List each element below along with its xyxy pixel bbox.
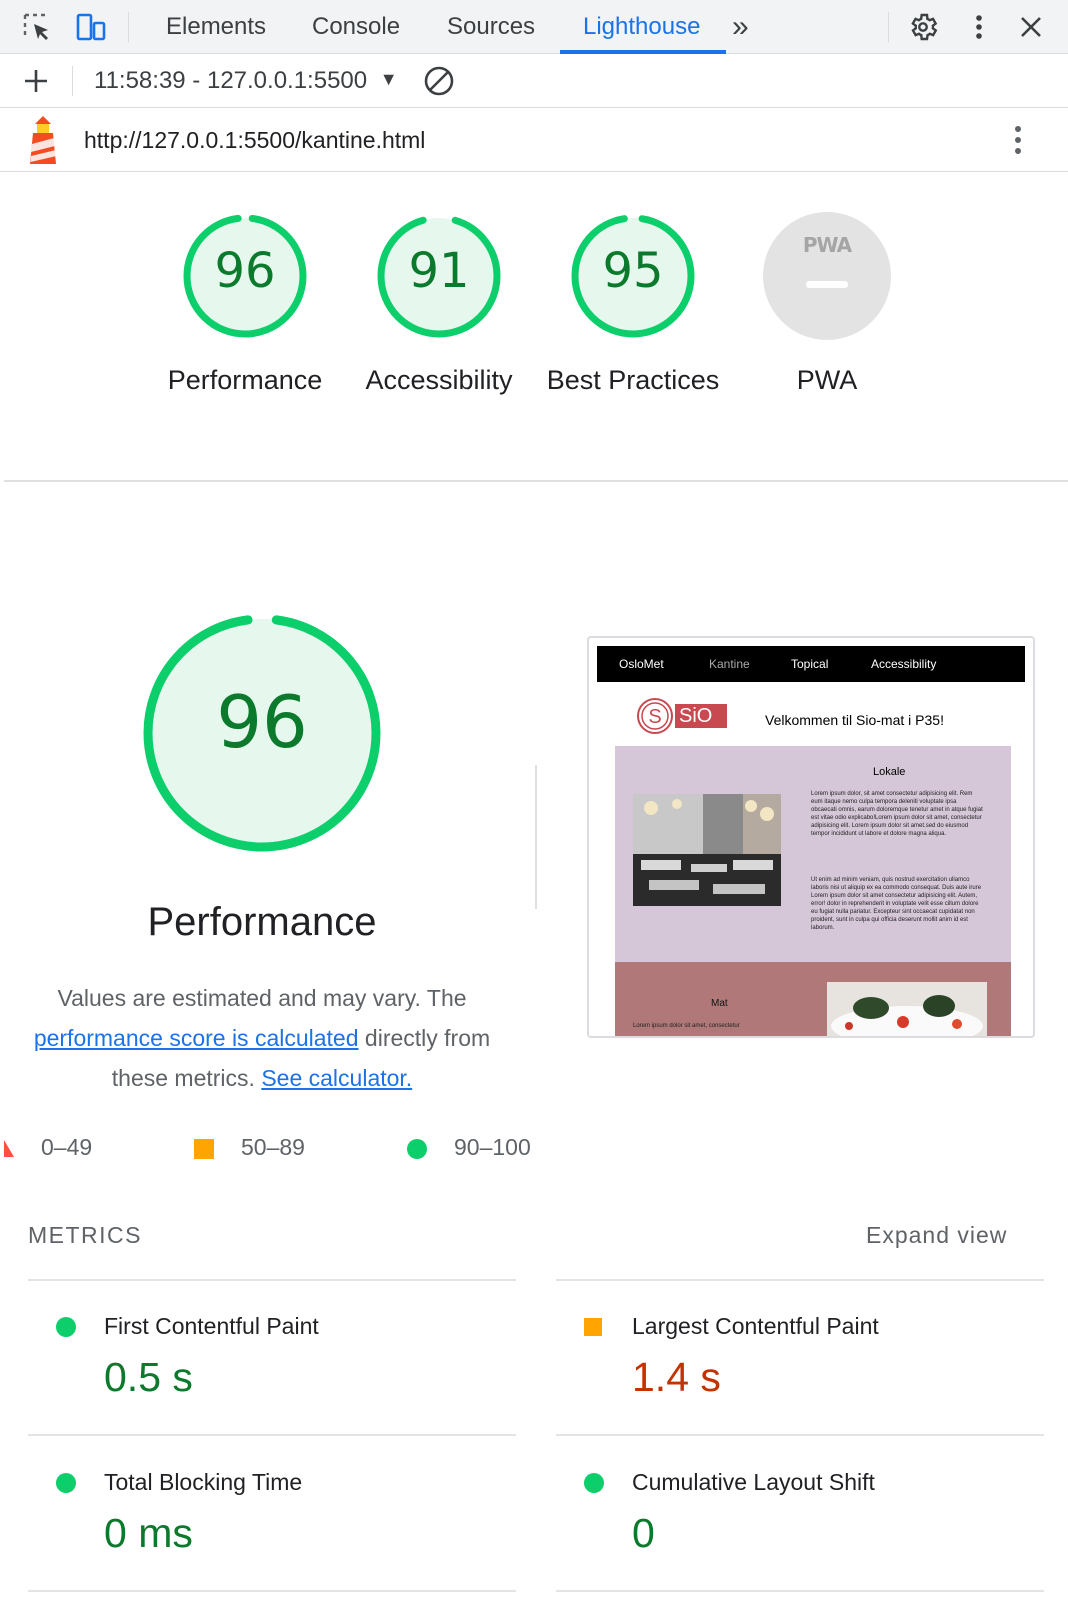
metrics-divider	[28, 1434, 516, 1436]
sio-logo-text: SiO	[679, 705, 713, 727]
accessibility-label: Accessibility	[365, 365, 513, 395]
lighthouse-logo-icon	[26, 114, 60, 166]
metrics-divider	[28, 1279, 516, 1281]
thumb-mat-section: Mat Lorem ipsum dolor sit amet, consecte…	[615, 962, 1011, 1036]
section-divider	[4, 480, 1068, 482]
settings-gear-icon[interactable]	[906, 10, 940, 44]
metric-value: 0.5 s	[104, 1354, 193, 1400]
thumb-nav-item: Topical	[791, 657, 829, 671]
average-square-icon	[584, 1318, 602, 1336]
best-practices-label: Best Practices	[546, 365, 720, 395]
thumb-mat-title: Mat	[711, 998, 728, 1009]
food-photo	[827, 982, 987, 1036]
thumb-lokale-text-1: Lorem ipsum dolor, sit amet consectetur …	[811, 791, 983, 837]
metric-value: 0	[632, 1510, 655, 1556]
metrics-heading: METRICS	[28, 1222, 142, 1248]
more-options-icon[interactable]	[962, 10, 996, 44]
legend-average-range: 50–89	[241, 1134, 305, 1160]
metric-label: Total Blocking Time	[104, 1469, 303, 1495]
metric-value: 1.4 s	[632, 1354, 721, 1400]
metrics-divider	[28, 1590, 516, 1592]
thumb-lokale-section: Lokale Lorem ipsum dolor, sit amet conse…	[615, 746, 1011, 962]
restaurant-photo	[633, 794, 781, 906]
pwa-badge-icon	[763, 212, 891, 340]
pass-circle-icon	[56, 1473, 76, 1493]
new-report-plus-icon[interactable]	[19, 64, 53, 98]
device-toolbar-icon[interactable]	[74, 10, 108, 44]
thumb-nav-bar: OsloMet Kantine Topical Accessibility	[597, 646, 1025, 682]
see-calculator-link[interactable]: See calculator.	[261, 1065, 412, 1091]
metrics-divider	[556, 1434, 1044, 1436]
report-selector[interactable]: 11:58:39 - 127.0.0.1:5500 ▼	[94, 54, 398, 108]
svg-text:S: S	[648, 706, 661, 728]
dropdown-triangle-icon: ▼	[379, 69, 398, 89]
metrics-divider	[556, 1590, 1044, 1592]
sio-logo: S SiO	[637, 696, 731, 736]
performance-large-score: 96	[216, 680, 308, 764]
thumb-lokale-title: Lokale	[873, 766, 906, 778]
desc-prefix: Values are estimated and may vary. The	[57, 985, 467, 1011]
performance-label: Performance	[167, 365, 323, 395]
thumb-nav-item: OsloMet	[619, 657, 664, 671]
report-menu-icon[interactable]	[1001, 123, 1035, 157]
best-practices-score-gauge[interactable]: 95	[568, 211, 698, 341]
fail-triangle-icon	[4, 1140, 16, 1163]
thumb-welcome-heading: Velkommen til Sio-mat i P35!	[765, 712, 944, 728]
pass-circle-icon	[407, 1139, 427, 1159]
vertical-divider	[535, 765, 537, 909]
thumb-lokale-text-2: Ut enim ad minim veniam, quis nostrud ex…	[811, 877, 982, 931]
legend-fail-range: 0–49	[41, 1134, 93, 1160]
metric-label: First Contentful Paint	[104, 1313, 319, 1339]
accessibility-score: 91	[408, 243, 470, 299]
performance-score: 96	[214, 243, 276, 299]
thumb-mat-text: Lorem ipsum dolor sit amet, consectetur	[633, 1023, 740, 1029]
devtools-tab-bar: Elements Console Sources Lighthouse »	[0, 0, 1068, 54]
report-url[interactable]: http://127.0.0.1:5500/kantine.html	[84, 108, 425, 172]
metric-label: Cumulative Layout Shift	[632, 1469, 875, 1495]
performance-score-gauge[interactable]: 96	[180, 211, 310, 341]
tab-console[interactable]: Console	[312, 0, 400, 54]
performance-title: Performance	[147, 900, 377, 944]
tab-sources[interactable]: Sources	[447, 0, 535, 54]
pwa-score-gauge[interactable]: PWA	[762, 211, 892, 341]
expand-view-toggle[interactable]: Expand view	[866, 1222, 1007, 1249]
close-icon[interactable]	[1014, 10, 1048, 44]
clear-reports-icon[interactable]	[422, 64, 456, 98]
performance-large-gauge: 96	[141, 612, 383, 854]
report-url-bar: http://127.0.0.1:5500/kantine.html	[0, 108, 1068, 172]
inspect-element-icon[interactable]	[20, 10, 54, 44]
average-square-icon	[194, 1139, 214, 1159]
thumb-nav-item: Accessibility	[871, 657, 937, 671]
legend-pass-range: 90–100	[454, 1134, 531, 1160]
metric-value: 0 ms	[104, 1510, 193, 1556]
pass-circle-icon	[56, 1317, 76, 1337]
score-calculated-link[interactable]: performance score is calculated	[34, 1025, 359, 1051]
best-practices-score: 95	[602, 243, 664, 299]
performance-description: Values are estimated and may vary. The p…	[10, 978, 514, 1098]
metric-label: Largest Contentful Paint	[632, 1313, 879, 1339]
report-toolbar: 11:58:39 - 127.0.0.1:5500 ▼	[0, 54, 1068, 108]
pass-circle-icon	[584, 1473, 604, 1493]
accessibility-score-gauge[interactable]: 91	[374, 211, 504, 341]
page-screenshot-thumbnail[interactable]: OsloMet Kantine Topical Accessibility S …	[587, 636, 1035, 1038]
tab-lighthouse[interactable]: Lighthouse	[583, 0, 700, 54]
more-tabs-chevron-icon[interactable]: »	[732, 0, 749, 54]
report-selector-label: 11:58:39 - 127.0.0.1:5500	[94, 67, 368, 94]
pwa-label: PWA	[796, 365, 858, 395]
thumb-nav-item: Kantine	[709, 657, 750, 671]
metrics-divider	[556, 1279, 1044, 1281]
tab-elements[interactable]: Elements	[166, 0, 266, 54]
pwa-badge-text: PWA	[802, 233, 852, 257]
